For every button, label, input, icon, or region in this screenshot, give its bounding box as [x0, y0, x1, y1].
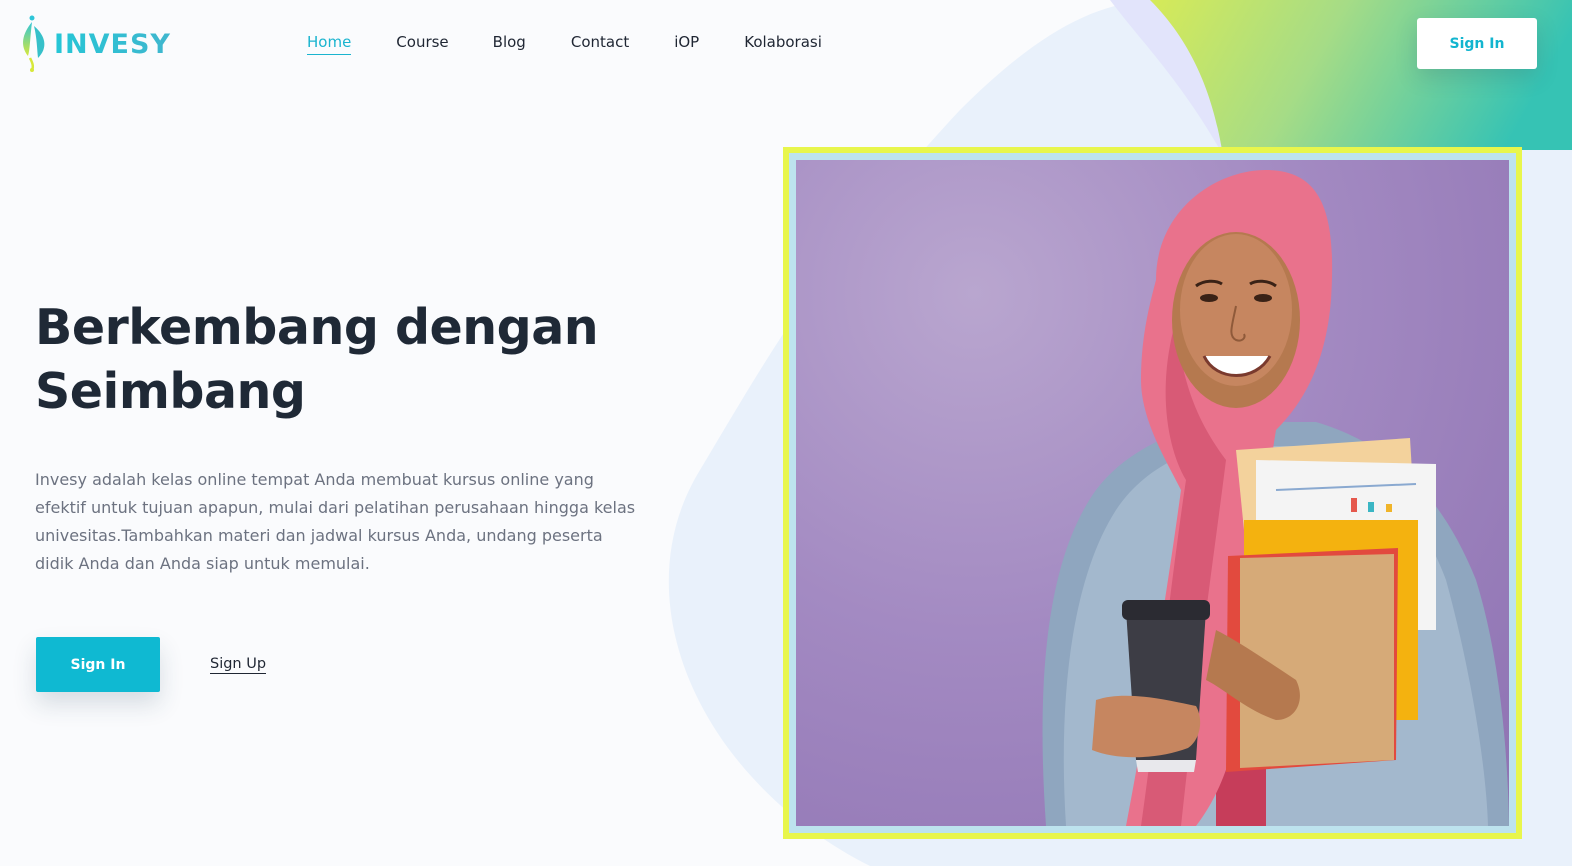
drop-leaf-icon [23, 15, 45, 72]
hero-signup-link[interactable]: Sign Up [210, 656, 267, 674]
hero-image-frame [783, 147, 1522, 839]
nav-blog[interactable]: Blog [493, 33, 526, 55]
nav-iop[interactable]: iOP [674, 33, 699, 55]
brand-name: INVESY [54, 28, 171, 60]
hero-title: Berkembang dengan Seimbang [35, 296, 675, 424]
hero-title-line2: Seimbang [35, 363, 306, 420]
header-signin-button[interactable]: Sign In [1417, 18, 1537, 69]
nav-contact[interactable]: Contact [571, 33, 629, 55]
landing-page: INVESY Home Course Blog Contact iOP Kola… [0, 0, 1572, 866]
main-nav: Home Course Blog Contact iOP Kolaborasi [307, 33, 867, 55]
nav-home[interactable]: Home [307, 33, 352, 55]
hero-signin-button[interactable]: Sign In [36, 637, 160, 692]
nav-course[interactable]: Course [396, 33, 448, 55]
hero-description: Invesy adalah kelas online tempat Anda m… [35, 470, 636, 573]
nav-kolaborasi[interactable]: Kolaborasi [744, 33, 822, 55]
hero-title-line1: Berkembang dengan [35, 299, 599, 356]
student-illustration [1042, 170, 1509, 826]
brand-logo[interactable]: INVESY [18, 14, 171, 72]
hero-photo-student [796, 160, 1509, 826]
